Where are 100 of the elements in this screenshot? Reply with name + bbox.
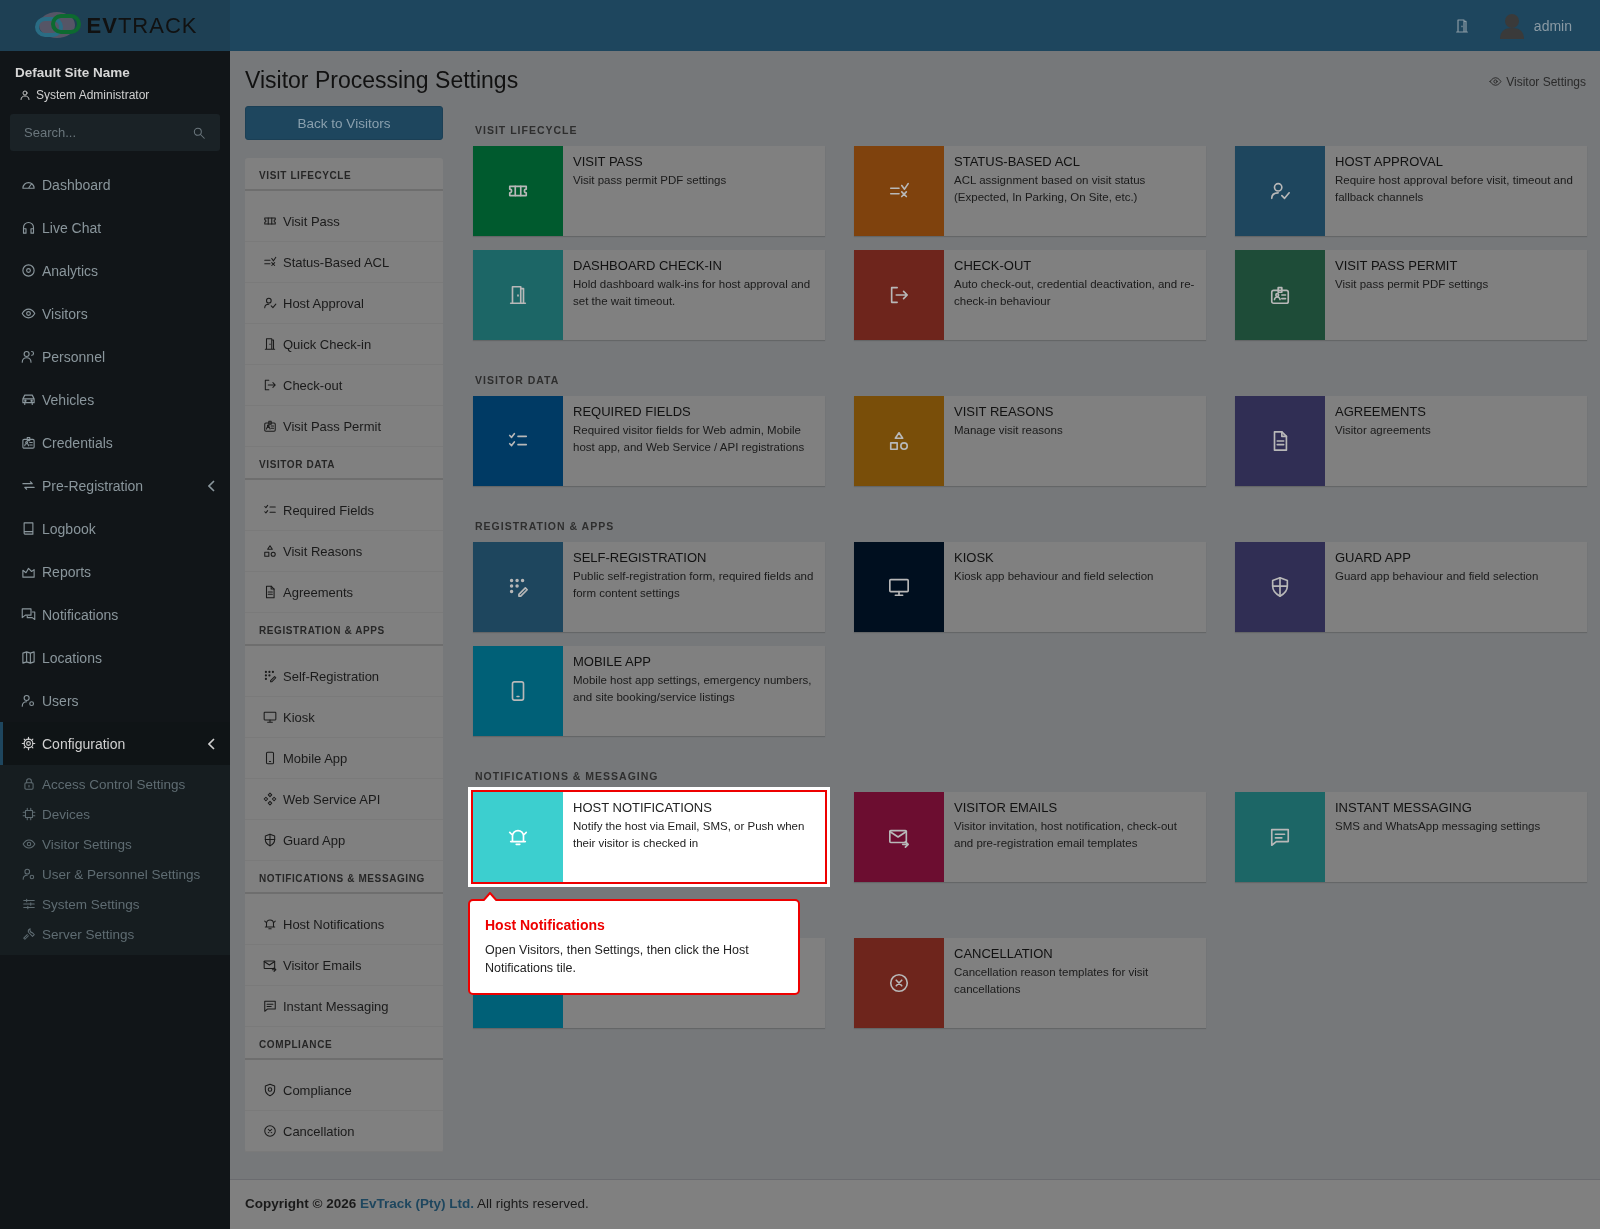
submenu-item[interactable]: Devices bbox=[0, 799, 230, 829]
settings-tile[interactable]: SELF-REGISTRATION Public self-registration form, required fields and form content settings bbox=[473, 542, 825, 632]
settings-tile[interactable]: GUARD APP Guard app behaviour and field selection bbox=[1235, 542, 1587, 632]
settings-nav-item[interactable]: Self-Registration bbox=[245, 656, 443, 697]
nav-section-heading: COMPLIANCE bbox=[245, 1027, 443, 1060]
sidebar-item[interactable]: Locations bbox=[0, 636, 230, 679]
settings-nav-item[interactable]: Host Approval bbox=[245, 283, 443, 324]
settings-tile[interactable]: VISIT PASS Visit pass permit PDF settings bbox=[473, 146, 825, 236]
sidebar-item[interactable]: Credentials bbox=[0, 421, 230, 464]
sidebar-item[interactable]: Analytics bbox=[0, 249, 230, 292]
phone-icon bbox=[263, 751, 277, 765]
settings-nav-item[interactable]: Required Fields bbox=[245, 490, 443, 531]
nav-section-heading: NOTIFICATIONS & MESSAGING bbox=[245, 861, 443, 894]
avatar-icon bbox=[1499, 12, 1524, 39]
settings-tile[interactable]: CHECK-OUT Auto check-out, credential deactivation, and re-check-in behaviour bbox=[854, 250, 1206, 340]
settings-nav-item[interactable]: Mobile App bbox=[245, 738, 443, 779]
arrows-icon bbox=[21, 478, 36, 493]
submenu-item[interactable]: Visitor Settings bbox=[0, 829, 230, 859]
settings-tile[interactable]: VISITOR EMAILS Visitor invitation, host notification, check-out and pre-registration email templates bbox=[854, 792, 1206, 882]
sidebar-item[interactable]: Personnel bbox=[0, 335, 230, 378]
map-icon bbox=[21, 650, 36, 665]
tile-description: Auto check-out, credential deactivation, and re-check-in behaviour bbox=[954, 277, 1196, 309]
tile-description: Guard app behaviour and field selection bbox=[1335, 569, 1539, 584]
settings-nav-item[interactable]: Guard App bbox=[245, 820, 443, 861]
user-name[interactable]: admin bbox=[1533, 17, 1572, 34]
settings-nav-item[interactable]: Kiosk bbox=[245, 697, 443, 738]
settings-tile[interactable]: VISIT PASS PERMIT Visit pass permit PDF settings bbox=[1235, 250, 1587, 340]
brand-name: EVTRACK bbox=[86, 12, 198, 39]
list-check-icon bbox=[263, 255, 277, 269]
chat-icon bbox=[263, 999, 277, 1013]
tile-description: Mobile host app settings, emergency numbers, and site booking/service listings bbox=[573, 673, 813, 705]
settings-tile[interactable]: REQUIRED FIELDS Required visitor fields for Web admin, Mobile host app, and Web Service / API registrations bbox=[473, 396, 825, 486]
chat-icon bbox=[1269, 826, 1291, 848]
settings-nav-item[interactable]: Visit Pass bbox=[245, 201, 443, 242]
tile-title: INSTANT MESSAGING bbox=[1335, 800, 1473, 815]
settings-nav-item[interactable]: Cancellation bbox=[245, 1111, 443, 1152]
sidebar-item[interactable]: Pre-Registration bbox=[0, 464, 230, 507]
document-icon bbox=[263, 585, 277, 599]
settings-nav-item[interactable]: Status-Based ACL bbox=[245, 242, 443, 283]
tile-description: Hold dashboard walk-ins for host approval and set the wait timeout. bbox=[573, 277, 812, 309]
sidebar-item[interactable]: Logbook bbox=[0, 507, 230, 550]
settings-tile[interactable]: INSTANT MESSAGING SMS and WhatsApp messaging settings bbox=[1235, 792, 1587, 882]
exit-icon bbox=[888, 284, 910, 306]
submenu-item[interactable]: Access Control Settings bbox=[0, 769, 230, 799]
dots-pen-icon bbox=[263, 669, 277, 683]
submenu-item[interactable]: System Settings bbox=[0, 889, 230, 919]
section-heading: REGISTRATION & APPS bbox=[475, 520, 616, 534]
sidebar-item[interactable]: Notifications bbox=[0, 593, 230, 636]
search-icon bbox=[192, 126, 206, 140]
settings-nav-item[interactable]: Instant Messaging bbox=[245, 986, 443, 1027]
tile-title: HOST NOTIFICATIONS bbox=[573, 800, 713, 815]
settings-tile[interactable]: MOBILE APP Mobile host app settings, emergency numbers, and site booking/service listings bbox=[473, 646, 825, 736]
settings-nav-item[interactable]: Agreements bbox=[245, 572, 443, 613]
sidebar-item[interactable]: Dashboard bbox=[0, 163, 230, 206]
tile-title: STATUS-BASED ACL bbox=[954, 154, 1081, 169]
tile-title: KIOSK bbox=[954, 550, 995, 565]
submenu-item[interactable]: Server Settings bbox=[0, 919, 230, 949]
settings-tile[interactable]: CANCELLATION Cancellation reason templates for visit cancellations bbox=[854, 938, 1206, 1028]
settings-tile[interactable]: KIOSK Kiosk app behaviour and field selection bbox=[854, 542, 1206, 632]
chip-icon bbox=[22, 807, 36, 821]
settings-nav-item[interactable]: Check-out bbox=[245, 365, 443, 406]
eye-icon bbox=[21, 306, 36, 321]
door-icon bbox=[1453, 17, 1470, 34]
settings-tile[interactable]: DASHBOARD CHECK-IN Hold dashboard walk-ins for host approval and set the wait timeout. bbox=[473, 250, 825, 340]
monitor-icon bbox=[888, 576, 910, 598]
user-check-icon bbox=[1269, 180, 1291, 202]
sidebar-item[interactable]: Visitors bbox=[0, 292, 230, 335]
eye-icon bbox=[1489, 75, 1503, 88]
submenu-item[interactable]: User & Personnel Settings bbox=[0, 859, 230, 889]
settings-tile[interactable]: AGREEMENTS Visitor agreements bbox=[1235, 396, 1587, 486]
tooltip-title: Host Notifications bbox=[485, 917, 606, 933]
sidebar-item[interactable]: Users bbox=[0, 679, 230, 722]
shield-icon bbox=[263, 833, 277, 847]
tile-description: Notify the host via Email, SMS, or Push when their visitor is checked in bbox=[573, 819, 806, 851]
settings-nav-item[interactable]: Visit Reasons bbox=[245, 531, 443, 572]
tile-title: DASHBOARD CHECK-IN bbox=[573, 258, 723, 273]
settings-nav-item[interactable]: Compliance bbox=[245, 1070, 443, 1111]
settings-nav-item[interactable]: Host Notifications bbox=[245, 904, 443, 945]
settings-tile[interactable]: VISIT REASONS Manage visit reasons bbox=[854, 396, 1206, 486]
settings-tile[interactable]: HOST APPROVAL Require host approval before visit, timeout and fallback channels bbox=[1235, 146, 1587, 236]
breadcrumb-link[interactable]: Visitor Settings bbox=[1506, 74, 1586, 89]
tile-title: HOST APPROVAL bbox=[1335, 154, 1444, 169]
sidebar-item[interactable]: Vehicles bbox=[0, 378, 230, 421]
chat-icon bbox=[21, 607, 36, 622]
search-field[interactable]: Search... bbox=[10, 114, 220, 151]
user-check-icon bbox=[263, 296, 277, 310]
tile-description: Visit pass permit PDF settings bbox=[1335, 277, 1489, 292]
sidebar-item[interactable]: Reports bbox=[0, 550, 230, 593]
nav-section-heading: VISIT LIFECYCLE bbox=[245, 158, 443, 191]
settings-nav-item[interactable]: Web Service API bbox=[245, 779, 443, 820]
shapes-icon bbox=[888, 430, 910, 452]
back-button[interactable]: Back to Visitors bbox=[245, 106, 443, 140]
users-icon bbox=[21, 349, 36, 364]
sidebar-item[interactable]: Live Chat bbox=[0, 206, 230, 249]
company-link[interactable]: EvTrack (Pty) Ltd. bbox=[360, 1196, 475, 1211]
settings-nav-item[interactable]: Quick Check-in bbox=[245, 324, 443, 365]
tooltip-text: Open Visitors, then Settings, then click the Host Notifications tile. bbox=[485, 942, 750, 977]
settings-nav-item[interactable]: Visitor Emails bbox=[245, 945, 443, 986]
settings-tile[interactable]: STATUS-BASED ACL ACL assignment based on visit status (Expected, In Parking, On Site, etc.) bbox=[854, 146, 1206, 236]
settings-nav-item[interactable]: Visit Pass Permit bbox=[245, 406, 443, 447]
